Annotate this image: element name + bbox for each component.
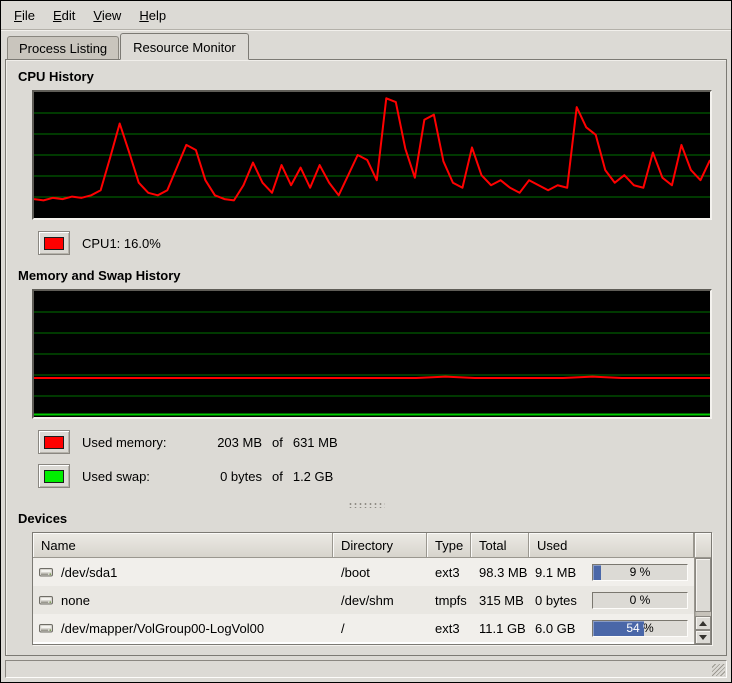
cpu1-legend-label: CPU1: 16.0% [82, 236, 161, 251]
devices-title: Devices [18, 511, 718, 526]
system-monitor-window: File Edit View Help Process Listing Reso… [0, 0, 732, 683]
scrollbar-header-stub [695, 533, 711, 558]
column-header-total[interactable]: Total [471, 533, 529, 558]
devices-scrollbar[interactable] [694, 533, 711, 644]
column-header-type[interactable]: Type [427, 533, 471, 558]
usage-percent-label-fill: 9 % [593, 565, 601, 580]
device-total: 315 MB [479, 593, 524, 608]
status-bar [5, 660, 727, 678]
device-type: tmpfs [435, 593, 467, 608]
usage-bar-fill: 9 % [593, 565, 601, 580]
column-header-name[interactable]: Name [33, 533, 333, 558]
devices-table-main: Name Directory Type Total Used /dev/sda1 [33, 533, 694, 644]
device-row[interactable]: none /dev/shm tmpfs 315 MB 0 bytes 0 % 0… [33, 586, 694, 614]
device-directory: /dev/shm [341, 593, 394, 608]
column-header-directory[interactable]: Directory [333, 533, 427, 558]
drive-icon [38, 564, 54, 580]
resize-grip[interactable] [712, 664, 725, 676]
menu-view[interactable]: View [84, 4, 130, 27]
memory-total-value: 631 MB [293, 435, 338, 450]
pane-handle-row [14, 497, 718, 511]
cpu-history-graph [32, 90, 712, 220]
tab-process-listing[interactable]: Process Listing [7, 36, 119, 59]
device-used: 9.1 MB [535, 565, 576, 580]
device-name: /dev/sda1 [61, 565, 117, 580]
devices-table-header: Name Directory Type Total Used [33, 533, 694, 558]
device-name: none [61, 593, 90, 608]
arrow-up-icon [699, 621, 707, 626]
tab-bar: Process Listing Resource Monitor [5, 33, 727, 59]
scroll-up-button[interactable] [695, 616, 711, 630]
device-directory: /boot [341, 565, 370, 580]
cpu1-color [44, 237, 64, 250]
devices-table-body: /dev/sda1 /boot ext3 98.3 MB 9.1 MB 9 % … [33, 558, 694, 644]
device-total: 11.1 GB [479, 621, 526, 636]
devices-table: Name Directory Type Total Used /dev/sda1 [32, 532, 712, 645]
scrollbar-thumb[interactable] [695, 558, 711, 612]
scroll-down-button[interactable] [695, 630, 711, 644]
used-memory-label: Used memory: [82, 435, 200, 450]
device-name: /dev/mapper/VolGroup00-LogVol00 [61, 621, 264, 636]
pane-resize-handle[interactable] [347, 501, 385, 508]
column-header-used[interactable]: Used [529, 533, 694, 558]
scrollbar-track[interactable] [695, 558, 711, 616]
cpu1-color-swatch[interactable] [38, 231, 70, 255]
device-row[interactable]: /dev/mapper/VolGroup00-LogVol00 / ext3 1… [33, 614, 694, 642]
usage-percent-label: 0 % [593, 593, 687, 608]
device-type: ext3 [435, 565, 460, 580]
used-memory-legend: Used memory: 203 MB of 631 MB [38, 429, 718, 455]
usage-percent-label-fill: 54 % [593, 621, 644, 636]
used-swap-value: 0 bytes [200, 469, 262, 484]
usage-bar: 54 % 54 % [592, 620, 688, 637]
menu-edit[interactable]: Edit [44, 4, 84, 27]
used-swap-color-swatch[interactable] [38, 464, 70, 488]
device-used: 0 bytes [535, 593, 577, 608]
menu-bar: File Edit View Help [1, 1, 731, 30]
used-swap-of: of [272, 469, 283, 484]
cpu-legend: CPU1: 16.0% [38, 230, 718, 256]
device-row[interactable]: /dev/sda1 /boot ext3 98.3 MB 9.1 MB 9 % … [33, 558, 694, 586]
memory-swap-graph [32, 289, 712, 419]
usage-bar-fill: 54 % [593, 621, 644, 636]
device-used: 6.0 GB [535, 621, 575, 636]
notebook: Process Listing Resource Monitor CPU His… [5, 33, 727, 656]
used-memory-color-swatch[interactable] [38, 430, 70, 454]
used-swap-label: Used swap: [82, 469, 200, 484]
used-swap-legend: Used swap: 0 bytes of 1.2 GB [38, 463, 718, 489]
device-directory: / [341, 621, 345, 636]
used-swap-color [44, 470, 64, 483]
usage-bar: 0 % 0 % [592, 592, 688, 609]
arrow-down-icon [699, 635, 707, 640]
usage-percent-label: 9 % [593, 565, 687, 580]
tab-resource-monitor[interactable]: Resource Monitor [120, 33, 249, 60]
usage-bar: 9 % 9 % [592, 564, 688, 581]
used-memory-value: 203 MB [200, 435, 262, 450]
drive-icon [38, 620, 54, 636]
drive-icon [38, 592, 54, 608]
used-memory-of: of [272, 435, 283, 450]
resource-monitor-panel: CPU History CPU1: 16.0% Memory and Swap … [5, 59, 727, 656]
menu-file[interactable]: File [5, 4, 44, 27]
memory-history-title: Memory and Swap History [18, 268, 718, 283]
device-type: ext3 [435, 621, 460, 636]
used-memory-color [44, 436, 64, 449]
swap-total-value: 1.2 GB [293, 469, 333, 484]
menu-help[interactable]: Help [130, 4, 175, 27]
device-total: 98.3 MB [479, 565, 527, 580]
cpu-history-title: CPU History [18, 69, 718, 84]
